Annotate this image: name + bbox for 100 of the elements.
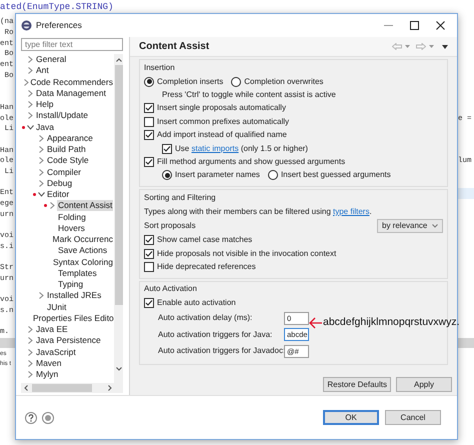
field-label: Auto activation triggers for Javadoc: — [158, 345, 286, 358]
radio-label[interactable]: Insert parameter names — [175, 169, 260, 182]
link[interactable]: type filters — [333, 206, 370, 216]
checkbox[interactable] — [144, 116, 154, 127]
tree-item[interactable]: Folding — [57, 212, 87, 223]
close-icon[interactable] — [436, 21, 445, 30]
page-button[interactable]: Restore Defaults — [323, 377, 391, 392]
tree-item[interactable]: Compiler — [46, 166, 82, 178]
view-menu-icon[interactable] — [442, 44, 448, 48]
tree-item[interactable]: Maven — [35, 358, 63, 369]
checkbox[interactable] — [144, 157, 154, 168]
chevron-right-icon[interactable] — [39, 292, 44, 300]
radio-button[interactable] — [162, 170, 172, 180]
tree-item[interactable]: Mylyn — [35, 369, 60, 380]
checkbox[interactable] — [162, 144, 172, 154]
checkbox[interactable] — [144, 298, 154, 308]
tree-item[interactable]: Typing — [57, 279, 84, 290]
radio-label[interactable]: Insert best guessed arguments — [280, 169, 391, 182]
tree-item[interactable]: Java EE — [35, 324, 69, 336]
chevron-right-icon[interactable] — [50, 202, 55, 210]
checkbox-label[interactable]: Enable auto activation — [157, 297, 236, 310]
dialog-button[interactable]: Cancel — [385, 410, 441, 425]
tree-item[interactable]: Code Style — [46, 155, 90, 166]
tree-item[interactable]: Editor — [46, 189, 70, 200]
dialog-button[interactable]: OK — [323, 410, 379, 425]
group-title: Insertion — [144, 62, 175, 74]
toolbar-strip — [0, 338, 15, 348]
scroll-left-icon[interactable] — [24, 385, 28, 391]
checkbox-label[interactable]: Fill method arguments and show guessed arguments — [157, 156, 346, 168]
group-title: Auto Activation — [144, 283, 197, 296]
checkbox-label[interactable]: Insert common prefixes automatically — [157, 116, 290, 128]
horizontal-scrollbar[interactable] — [21, 383, 123, 393]
chevron-down-icon[interactable] — [27, 124, 34, 130]
caret-icon[interactable] — [429, 45, 434, 48]
field-label: Auto activation delay (ms): — [158, 312, 252, 324]
checkbox[interactable] — [144, 262, 154, 272]
scroll-right-icon[interactable] — [108, 385, 112, 391]
tree-item[interactable]: Content Assist — [57, 200, 114, 212]
back-arrow-icon[interactable] — [392, 43, 402, 50]
tree-item[interactable]: Install/Update — [35, 110, 89, 122]
window-title: Preferences — [36, 19, 82, 32]
checkbox[interactable] — [144, 130, 154, 140]
checkbox[interactable] — [144, 103, 154, 114]
tree-item[interactable]: Save Actions — [57, 245, 108, 256]
tree-item[interactable]: Appearance — [46, 132, 94, 144]
checkbox-label[interactable]: Insert single proposals automatically — [157, 102, 286, 114]
field-label: Sort proposals — [144, 220, 196, 232]
forward-arrow-icon[interactable] — [416, 43, 426, 50]
annotation-text: abcdefghijklmnopqrstuvxwyz. — [323, 315, 460, 330]
tree-item[interactable]: Mark Occurrenc — [52, 234, 114, 246]
checkbox[interactable] — [144, 248, 154, 259]
checkbox-label[interactable]: Hide proposals not visible in the invocation context — [157, 248, 336, 260]
toolbar-strip — [458, 338, 474, 348]
tree-item[interactable]: Debug — [46, 178, 74, 189]
checkbox[interactable] — [144, 235, 154, 246]
link[interactable]: static imports — [191, 144, 239, 153]
tree-item[interactable]: JavaScript — [35, 346, 77, 358]
code-line: ated(EnumType.STRING) — [0, 1, 114, 13]
radio-button[interactable] — [231, 76, 242, 87]
chevron-down-icon[interactable] — [38, 192, 45, 198]
tree-item[interactable]: Templates — [57, 268, 98, 279]
scrollbar[interactable] — [114, 54, 123, 383]
tree-item[interactable]: Properties Files Edito — [32, 312, 114, 324]
radio-button[interactable] — [268, 170, 278, 180]
tree-item[interactable]: Ant — [35, 65, 50, 76]
checkbox-label[interactable]: Show camel case matches — [157, 234, 252, 246]
tree-item[interactable]: Syntax Coloring — [52, 256, 114, 268]
help-icon[interactable] — [25, 412, 37, 424]
arrow-icon — [309, 316, 322, 329]
chevron-down-icon — [432, 224, 438, 228]
tree-item[interactable]: Hovers — [57, 222, 86, 234]
tree-item[interactable]: JUnit — [46, 302, 68, 313]
tree-item[interactable]: Build Path — [46, 144, 87, 156]
scroll-down-icon[interactable] — [116, 367, 122, 371]
checkbox-label[interactable]: Hide deprecated references — [157, 260, 256, 273]
tree-item[interactable]: Help — [35, 99, 54, 110]
hint-text: Press 'Ctrl' to toggle while content assist is active — [162, 89, 336, 102]
filter-field[interactable]: type filter text — [21, 38, 123, 51]
tree-item[interactable]: Java Persistence — [35, 335, 102, 346]
description-text: Types along with their members can be filtered using type filters. — [144, 206, 372, 218]
radio-label[interactable]: Completion overwrites — [244, 76, 324, 88]
radio-button[interactable] — [144, 76, 154, 87]
app-icon — [21, 20, 32, 31]
field-label: Auto activation triggers for Java: — [158, 328, 272, 341]
caret-icon[interactable] — [405, 45, 410, 48]
tree-item[interactable]: Data Management — [35, 88, 107, 99]
page-title: Content Assist — [139, 40, 210, 54]
tree-item[interactable]: General — [35, 54, 68, 66]
record-icon[interactable] — [42, 412, 54, 424]
tree-item[interactable]: Installed JREs — [46, 290, 102, 302]
tree-item[interactable]: Code Recommenders — [29, 76, 114, 88]
page-button[interactable]: Apply — [396, 377, 452, 392]
checkbox-label[interactable]: Use static imports (only 1.5 or higher) — [175, 142, 308, 155]
scroll-up-icon[interactable] — [116, 58, 122, 62]
group-title: Sorting and Filtering — [144, 192, 216, 204]
maximize-icon[interactable] — [410, 21, 419, 30]
sort-dropdown[interactable]: by relevance — [377, 219, 443, 234]
tree-item[interactable]: Java — [35, 122, 55, 133]
checkbox-label[interactable]: Add import instead of qualified name — [157, 129, 287, 142]
radio-label[interactable]: Completion inserts — [157, 76, 224, 88]
